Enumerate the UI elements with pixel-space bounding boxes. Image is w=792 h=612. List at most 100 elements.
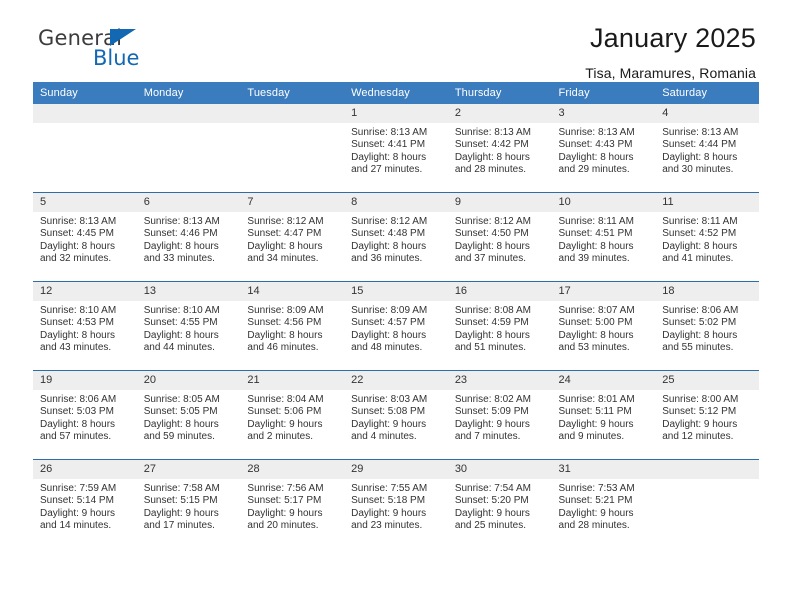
day-number: 15 xyxy=(344,282,448,301)
calendar-table: Sunday Monday Tuesday Wednesday Thursday Frid… xyxy=(33,82,759,548)
sun-info-line: and 46 minutes. xyxy=(247,342,319,354)
calendar-day-cell[interactable]: 2 Sunrise: 8:13 AM Sunset: 4:42 PM Daylight… xyxy=(447,104,552,193)
sun-info-line: Sunrise: 8:13 AM xyxy=(662,127,739,138)
sun-info-line: and 12 minutes. xyxy=(662,431,734,443)
sun-info: Sunrise: 8:04 AM Sunset: 5:06 PM Daylight:… xyxy=(240,390,344,444)
sun-info: Sunrise: 7:59 AM Sunset: 5:14 PM Daylight:… xyxy=(33,479,137,533)
sun-info: Sunrise: 8:05 AM Sunset: 5:05 PM Daylight:… xyxy=(137,390,241,444)
calendar-week-row: 26 Sunrise: 7:59 AM Sunset: 5:14 PM Dayligh… xyxy=(33,459,759,548)
day-number: 7 xyxy=(240,193,345,212)
sun-info: Sunrise: 8:06 AM Sunset: 5:03 PM Daylight:… xyxy=(33,390,137,444)
calendar-day-cell[interactable]: 24 Sunrise: 8:01 AM Sunset: 5:11 PM Dayligh… xyxy=(551,370,656,460)
calendar-day-cell[interactable]: 23 Sunrise: 8:02 AM Sunset: 5:09 PM Dayligh… xyxy=(447,370,552,460)
day-number: 21 xyxy=(240,371,345,390)
sun-info-line: Sunset: 5:02 PM xyxy=(662,317,737,329)
weekday-header-friday: Friday xyxy=(551,82,656,104)
day-number: 30 xyxy=(447,460,552,479)
sun-info-line: and 51 minutes. xyxy=(454,342,526,354)
sun-info-line: Sunset: 5:09 PM xyxy=(454,406,529,418)
sun-info-line: Sunrise: 8:13 AM xyxy=(558,127,635,138)
brand-logo[interactable]: General Blue xyxy=(38,26,218,78)
calendar-day-cell[interactable]: 16 Sunrise: 8:08 AM Sunset: 4:59 PM Dayligh… xyxy=(447,281,552,371)
calendar-day-cell[interactable]: 26 Sunrise: 7:59 AM Sunset: 5:14 PM Dayligh… xyxy=(33,459,137,548)
sun-info-line: and 36 minutes. xyxy=(351,253,423,265)
day-number: 31 xyxy=(551,460,656,479)
sun-info-line: Sunset: 4:59 PM xyxy=(454,317,529,329)
calendar-cell-empty xyxy=(655,459,759,548)
sun-info: Sunrise: 8:01 AM Sunset: 5:11 PM Daylight:… xyxy=(552,390,656,444)
calendar-day-cell[interactable]: 11 Sunrise: 8:11 AM Sunset: 4:52 PM Dayligh… xyxy=(655,192,759,282)
sun-info-line: Sunset: 5:00 PM xyxy=(558,317,633,329)
sun-info-line: and 27 minutes. xyxy=(351,164,423,176)
sun-info-line: Sunrise: 8:09 AM xyxy=(351,305,428,316)
calendar-day-cell[interactable]: 12 Sunrise: 8:10 AM Sunset: 4:53 PM Dayligh… xyxy=(33,281,137,371)
sun-info-line: Daylight: 9 hours xyxy=(454,418,530,430)
calendar-day-cell[interactable]: 6 Sunrise: 8:13 AM Sunset: 4:46 PM Daylight… xyxy=(136,192,241,282)
calendar-day-cell[interactable]: 13 Sunrise: 8:10 AM Sunset: 4:55 PM Dayligh… xyxy=(136,281,241,371)
day-number: 3 xyxy=(551,104,656,123)
sun-info: Sunrise: 8:00 AM Sunset: 5:12 PM Daylight:… xyxy=(655,390,759,444)
day-number: 12 xyxy=(33,282,137,301)
day-number: 29 xyxy=(344,460,448,479)
sun-info-line: Sunrise: 7:58 AM xyxy=(143,483,220,494)
page-header: General Blue January 2025 Tisa, Maramure… xyxy=(33,0,759,81)
calendar-day-cell[interactable]: 29 Sunrise: 7:55 AM Sunset: 5:18 PM Dayligh… xyxy=(344,459,448,548)
calendar-day-cell[interactable]: 9 Sunrise: 8:12 AM Sunset: 4:50 PM Daylight… xyxy=(447,192,552,282)
sun-info: Sunrise: 7:56 AM Sunset: 5:17 PM Daylight:… xyxy=(240,479,344,533)
calendar-day-cell[interactable]: 22 Sunrise: 8:03 AM Sunset: 5:08 PM Dayligh… xyxy=(344,370,448,460)
weekday-header-tuesday: Tuesday xyxy=(240,82,345,104)
calendar-day-cell[interactable]: 10 Sunrise: 8:11 AM Sunset: 4:51 PM Dayligh… xyxy=(551,192,656,282)
calendar-week-row: 12 Sunrise: 8:10 AM Sunset: 4:53 PM Dayligh… xyxy=(33,281,759,371)
calendar-day-cell[interactable]: 18 Sunrise: 8:06 AM Sunset: 5:02 PM Dayligh… xyxy=(655,281,759,371)
calendar-page: General Blue January 2025 Tisa, Maramure… xyxy=(0,0,792,612)
calendar-day-cell[interactable]: 1 Sunrise: 8:13 AM Sunset: 4:41 PM Daylight… xyxy=(344,104,448,193)
sun-info-line: and 7 minutes. xyxy=(454,431,521,443)
sun-info: Sunrise: 8:02 AM Sunset: 5:09 PM Daylight:… xyxy=(448,390,552,444)
weekday-header-wednesday: Wednesday xyxy=(344,82,448,104)
calendar-day-cell[interactable]: 8 Sunrise: 8:12 AM Sunset: 4:48 PM Daylight… xyxy=(344,192,448,282)
sun-info-line: Sunset: 4:56 PM xyxy=(247,317,322,329)
sun-info-line: Daylight: 8 hours xyxy=(662,329,738,341)
sun-info-line: Daylight: 9 hours xyxy=(662,418,738,430)
sun-info: Sunrise: 8:13 AM Sunset: 4:44 PM Daylight:… xyxy=(655,123,759,177)
sun-info-line: Sunset: 5:17 PM xyxy=(247,495,322,507)
sun-info: Sunrise: 8:13 AM Sunset: 4:43 PM Daylight:… xyxy=(552,123,656,177)
calendar-day-cell[interactable]: 3 Sunrise: 8:13 AM Sunset: 4:43 PM Daylight… xyxy=(551,104,656,193)
calendar-day-cell[interactable]: 7 Sunrise: 8:12 AM Sunset: 4:47 PM Daylight… xyxy=(240,192,345,282)
sun-info-line: Daylight: 8 hours xyxy=(351,240,427,252)
sun-info-line: and 55 minutes. xyxy=(662,342,734,354)
day-number xyxy=(240,104,345,123)
calendar-day-cell[interactable]: 25 Sunrise: 8:00 AM Sunset: 5:12 PM Dayligh… xyxy=(655,370,759,460)
sun-info-line: Sunrise: 7:54 AM xyxy=(454,483,531,494)
sun-info-line: and 53 minutes. xyxy=(558,342,630,354)
day-number: 11 xyxy=(655,193,759,212)
calendar-day-cell[interactable]: 21 Sunrise: 8:04 AM Sunset: 5:06 PM Dayligh… xyxy=(240,370,345,460)
sun-info-line: Sunrise: 8:01 AM xyxy=(558,394,635,405)
sun-info-line: Sunrise: 7:59 AM xyxy=(40,483,117,494)
weekday-header-saturday: Saturday xyxy=(655,82,759,104)
sun-info-line: Sunset: 5:05 PM xyxy=(143,406,218,418)
sun-info-line: and 25 minutes. xyxy=(454,520,526,532)
sun-info-line: Sunset: 4:42 PM xyxy=(454,139,529,151)
calendar-day-cell[interactable]: 20 Sunrise: 8:05 AM Sunset: 5:05 PM Dayligh… xyxy=(136,370,241,460)
day-number xyxy=(136,104,241,123)
calendar-day-cell[interactable]: 14 Sunrise: 8:09 AM Sunset: 4:56 PM Dayligh… xyxy=(240,281,345,371)
calendar-day-cell[interactable]: 17 Sunrise: 8:07 AM Sunset: 5:00 PM Dayligh… xyxy=(551,281,656,371)
day-number: 14 xyxy=(240,282,345,301)
sun-info-line: Daylight: 8 hours xyxy=(247,240,323,252)
calendar-day-cell[interactable]: 19 Sunrise: 8:06 AM Sunset: 5:03 PM Dayligh… xyxy=(33,370,137,460)
sun-info-line: Daylight: 9 hours xyxy=(40,507,116,519)
calendar-day-cell[interactable]: 28 Sunrise: 7:56 AM Sunset: 5:17 PM Dayligh… xyxy=(240,459,345,548)
sun-info: Sunrise: 8:07 AM Sunset: 5:00 PM Daylight:… xyxy=(552,301,656,355)
sun-info-line: Daylight: 8 hours xyxy=(454,329,530,341)
calendar-day-cell[interactable]: 30 Sunrise: 7:54 AM Sunset: 5:20 PM Dayligh… xyxy=(447,459,552,548)
weekday-header-sunday: Sunday xyxy=(33,82,137,104)
sun-info-line: Sunset: 5:20 PM xyxy=(454,495,529,507)
sun-info-line: and 57 minutes. xyxy=(40,431,112,443)
sun-info-line: Sunset: 4:45 PM xyxy=(40,228,114,240)
calendar-day-cell[interactable]: 15 Sunrise: 8:09 AM Sunset: 4:57 PM Dayligh… xyxy=(344,281,448,371)
calendar-day-cell[interactable]: 27 Sunrise: 7:58 AM Sunset: 5:15 PM Dayligh… xyxy=(136,459,241,548)
calendar-day-cell[interactable]: 4 Sunrise: 8:13 AM Sunset: 4:44 PM Daylight… xyxy=(655,104,759,193)
calendar-day-cell[interactable]: 5 Sunrise: 8:13 AM Sunset: 4:45 PM Daylight… xyxy=(33,192,137,282)
calendar-day-cell[interactable]: 31 Sunrise: 7:53 AM Sunset: 5:21 PM Dayligh… xyxy=(551,459,656,548)
